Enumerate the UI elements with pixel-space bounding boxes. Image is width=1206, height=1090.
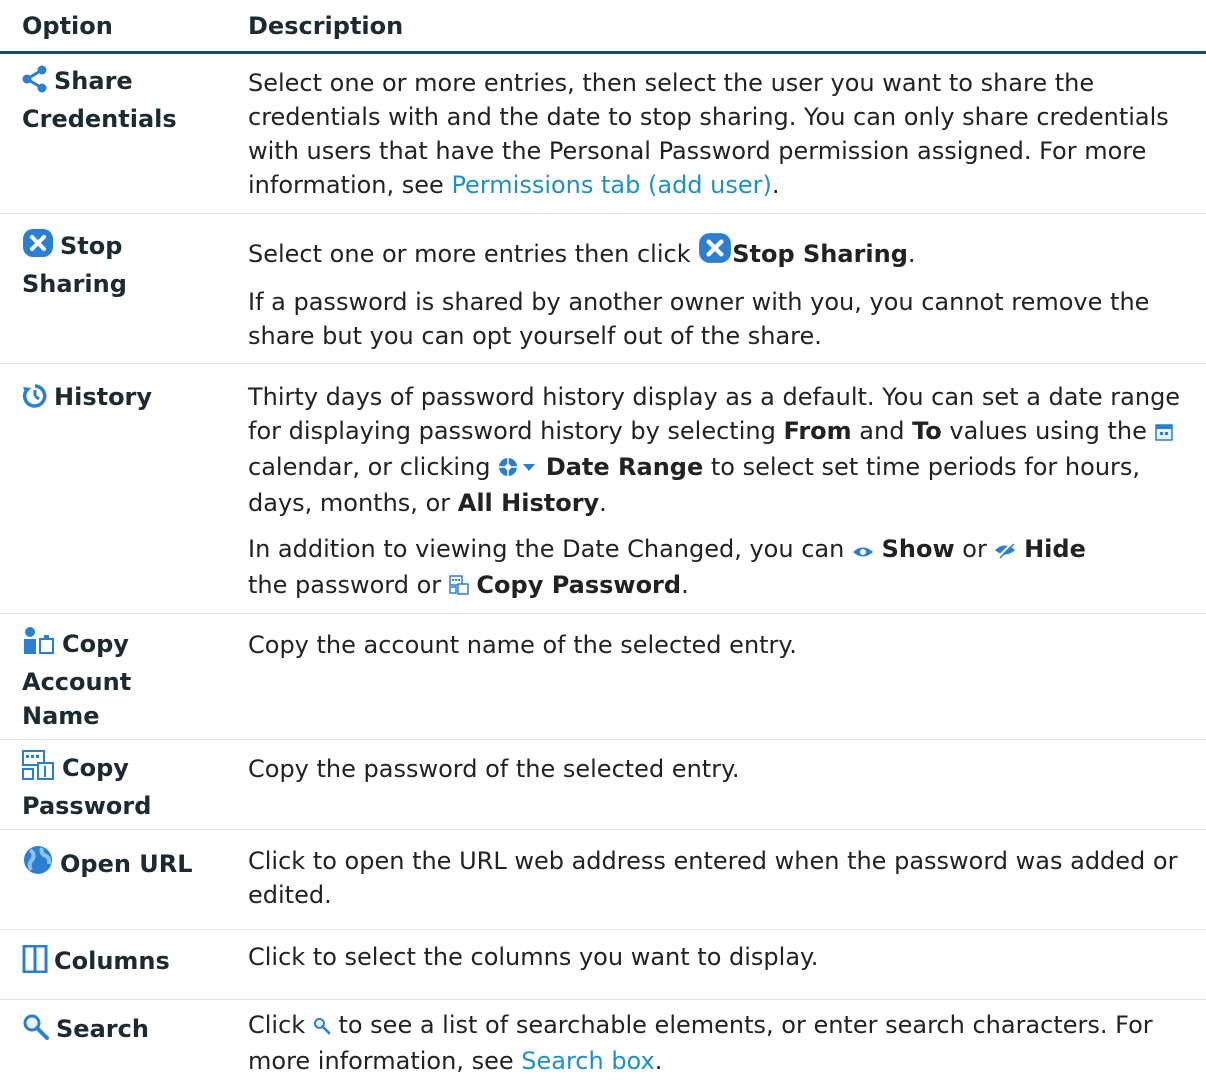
option-label: Copy	[62, 754, 129, 782]
table-row: Stop Sharing Select one or more entries …	[0, 214, 1206, 364]
columns-icon	[22, 944, 48, 982]
from-label: From	[783, 417, 852, 445]
description-text: If a password is shared by another owner…	[248, 288, 1150, 350]
option-cell: Copy Account Name	[0, 614, 226, 739]
option-label: Password	[22, 792, 152, 820]
calendar-icon	[1154, 416, 1173, 450]
table-row: Columns Click to select the columns you …	[0, 930, 1206, 1000]
to-label: To	[912, 417, 942, 445]
search-box-link[interactable]: Search box	[521, 1047, 654, 1075]
option-label: Copy	[62, 630, 129, 658]
description-text: Copy the account name of the selected en…	[248, 631, 797, 659]
description-text: or	[954, 535, 995, 563]
option-cell: Copy Password	[0, 740, 226, 829]
description-text: .	[771, 171, 780, 199]
option-label: Share	[54, 67, 133, 95]
option-label: History	[54, 383, 153, 411]
option-cell: Stop Sharing	[0, 214, 226, 363]
description-text: Click	[248, 1011, 313, 1039]
description-cell: Thirty days of password history display …	[226, 364, 1206, 613]
description-cell: Copy the account name of the selected en…	[226, 614, 1206, 739]
hide-label: Hide	[1024, 535, 1086, 563]
table-row: History Thirty days of password history …	[0, 364, 1206, 614]
copy-password-icon	[22, 750, 56, 789]
stop-sharing-icon	[22, 228, 54, 267]
table-header: Option Description	[0, 0, 1206, 54]
option-cell: History	[0, 364, 226, 613]
search-icon	[22, 1013, 50, 1050]
description-text: values using the	[941, 417, 1155, 445]
search-icon	[313, 1010, 331, 1044]
description-text: calendar, or clicking	[248, 453, 499, 481]
option-cell: Share Credentials	[0, 54, 226, 213]
share-icon	[22, 65, 48, 102]
date-range-label: Date Range	[545, 453, 704, 481]
description-text: .	[907, 240, 916, 268]
copy-password-label: Copy Password	[476, 571, 682, 599]
description-text: In addition to viewing the Date Changed,…	[248, 535, 852, 563]
description-cell: Click to open the URL web address entere…	[226, 830, 1206, 929]
header-option: Option	[22, 11, 113, 40]
description-cell: Select one or more entries, then select …	[226, 54, 1206, 213]
option-label: Stop	[60, 232, 123, 260]
option-label: Name	[22, 702, 100, 730]
description-text: .	[654, 1047, 663, 1075]
history-icon	[22, 383, 48, 418]
option-cell: Open URL	[0, 830, 226, 929]
description-text: Select one or more entries then click	[248, 240, 699, 268]
globe-icon	[22, 844, 54, 885]
header-description: Description	[248, 11, 404, 40]
description-text: Copy the password of the selected entry.	[248, 755, 740, 783]
option-label: Columns	[54, 947, 170, 975]
description-text: .	[599, 489, 607, 517]
option-label: Account	[22, 668, 132, 696]
description-text: Click to open the URL web address entere…	[248, 847, 1178, 909]
permissions-tab-link[interactable]: Permissions tab (add user)	[451, 171, 771, 199]
description-cell: Select one or more entries then click St…	[226, 214, 1206, 363]
table-row: Copy Account Name Copy the account name …	[0, 614, 1206, 740]
description-text: to see a list of searchable elements, or…	[248, 1011, 1153, 1075]
copy-account-icon	[22, 626, 56, 665]
option-cell: Columns	[0, 930, 226, 999]
stop-sharing-label: Stop Sharing	[732, 240, 908, 268]
option-label: Credentials	[22, 105, 177, 133]
copy-password-icon	[449, 570, 469, 604]
eye-slash-icon	[994, 534, 1016, 568]
description-cell: Click to select the columns you want to …	[226, 930, 1206, 999]
description-text: the password or	[248, 571, 449, 599]
description-text: Click to select the columns you want to …	[248, 943, 819, 971]
option-label: Open URL	[60, 850, 193, 878]
show-label: Show	[881, 535, 955, 563]
description-text: .	[681, 571, 689, 599]
option-label: Search	[56, 1015, 149, 1043]
all-history-label: All History	[457, 489, 600, 517]
stop-sharing-icon	[698, 232, 732, 273]
description-text: and	[851, 417, 913, 445]
date-range-icon	[498, 452, 538, 486]
table-row: Copy Password Copy the password of the s…	[0, 740, 1206, 830]
options-table: Option Description Share Credentials Sel…	[0, 0, 1206, 1090]
table-row: Share Credentials Select one or more ent…	[0, 54, 1206, 214]
table-row: Open URL Click to open the URL web addre…	[0, 830, 1206, 930]
eye-icon	[852, 534, 874, 568]
description-cell: Copy the password of the selected entry.	[226, 740, 1206, 829]
option-label: Sharing	[22, 270, 127, 298]
